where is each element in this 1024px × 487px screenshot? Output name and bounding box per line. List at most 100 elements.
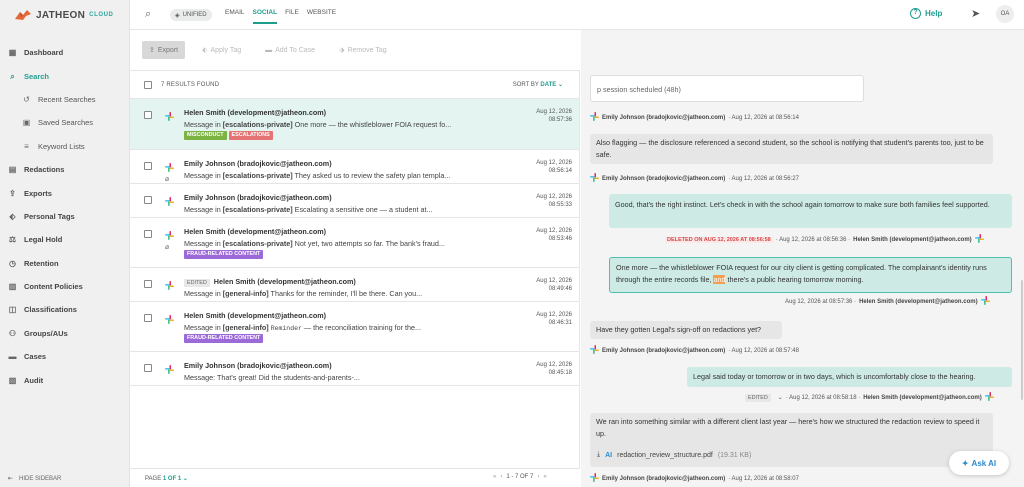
sidebar-item-groups-aus[interactable]: ⚇ Groups/AUs [0, 322, 130, 345]
chevron-down-icon: ⌄ [182, 476, 188, 482]
avatar[interactable]: OA [996, 5, 1014, 23]
prev-page-icon[interactable]: ‹ [500, 474, 502, 480]
meta-time: · Aug 12, 2026 at 08:58:18 · [785, 394, 861, 401]
history-icon: ↺ [23, 94, 30, 104]
row-title: EDITED Helen Smith (development@jatheon.c… [184, 277, 356, 287]
row-sender: Helen Smith (development@jatheon.com) [184, 108, 326, 117]
last-page-icon[interactable]: » [543, 474, 546, 480]
row-channel: [general-info] [222, 289, 269, 298]
export-label: Export [157, 46, 179, 54]
table-row[interactable]: Helen Smith (development@jatheon.com) Mes… [130, 302, 579, 352]
export-button[interactable]: ⇪ Export [142, 41, 186, 59]
meta-author: Helen Smith (development@jatheon.com) [859, 298, 978, 305]
table-row[interactable]: ⌀ Helen Smith (development@jatheon.com) Me… [130, 218, 579, 268]
hide-sidebar-button[interactable]: ⇤ HIDE SIDEBAR [8, 475, 61, 483]
sidebar-item-content-policies[interactable]: ▥ Content Policies [0, 275, 130, 298]
table-row[interactable]: EDITED Helen Smith (development@jatheon.c… [130, 268, 579, 302]
help-button[interactable]: ? Help [910, 8, 942, 19]
meta-author: Emily Johnson (bradojkovic@jatheon.com) [602, 475, 726, 482]
next-page-icon[interactable]: › [537, 474, 539, 480]
message-meta: Aug 12, 2026 at 08:57:36 · Helen Smith (d… [785, 296, 990, 307]
row-checkbox[interactable] [144, 280, 152, 288]
sidebar-item-cases[interactable]: ▬ Cases [0, 345, 130, 368]
row-sender: Helen Smith (development@jatheon.com) [184, 311, 326, 320]
sidebar-item-label: Dashboard [24, 48, 64, 58]
sidebar-item-audit[interactable]: ▧ Audit [0, 368, 130, 391]
row-checkbox[interactable] [144, 230, 152, 238]
sidebar-item-exports[interactable]: ⇪ Exports [0, 181, 130, 204]
sidebar-item-personal-tags[interactable]: ⬖ Personal Tags [0, 205, 130, 228]
row-sender: Helen Smith (development@jatheon.com) [184, 227, 326, 236]
tag-badge[interactable]: FRAUD-RELATED CONTENT [184, 334, 264, 343]
sidebar-item-saved-searches[interactable]: ▣ Saved Searches [0, 111, 130, 134]
row-message-text: Escalating a sensitive one — a student a… [292, 205, 433, 214]
unified-toggle[interactable]: ◈ UNIFIED [170, 9, 212, 21]
page-selector[interactable]: PAGE 1 OF 1 ⌄ [145, 475, 188, 482]
table-row[interactable]: Emily Johnson (bradojkovic@jatheon.com) M… [130, 184, 579, 218]
dashboard-icon: ▦ [8, 48, 17, 58]
logo[interactable]: JATHEON CLOUD [14, 6, 114, 24]
tag-badge[interactable]: FRAUD-RELATED CONTENT [184, 250, 264, 259]
save-icon: ▣ [22, 118, 31, 128]
tab-website[interactable]: WEBSITE [307, 9, 336, 24]
slack-icon [165, 315, 174, 324]
table-row[interactable]: ⌀ Emily Johnson (bradojkovic@jatheon.com)… [130, 150, 579, 184]
row-checkbox[interactable] [144, 196, 152, 204]
send-icon[interactable]: ➤ [971, 7, 980, 20]
ask-ai-button[interactable]: ✦ Ask AI [949, 451, 1009, 475]
first-page-icon[interactable]: « [493, 474, 496, 480]
row-sender: Emily Johnson (bradojkovic@jatheon.com) [184, 361, 332, 370]
select-all-checkbox[interactable] [144, 80, 152, 89]
row-date-day: Aug 12, 2026 [536, 278, 572, 284]
apply-tag-button[interactable]: ⬖ Apply Tag [195, 41, 248, 59]
row-checkbox[interactable] [144, 162, 152, 170]
row-date-time: 08:46:31 [548, 320, 572, 326]
table-row[interactable]: Helen Smith (development@jatheon.com) Mes… [130, 99, 579, 150]
help-icon: ? [910, 8, 921, 19]
row-date: Aug 12, 2026 08:56:14 [536, 159, 572, 175]
sidebar-item-keyword-lists[interactable]: ≡ Keyword Lists [0, 135, 130, 158]
sidebar-item-retention[interactable]: ◷ Retention [0, 252, 130, 275]
download-icon[interactable]: ⤓ [597, 451, 600, 459]
attachment-name[interactable]: redaction_review_structure.pdf [617, 452, 713, 459]
sidebar-item-dashboard[interactable]: ▦ Dashboard [0, 41, 130, 64]
remove-tag-button[interactable]: ⬗ Remove Tag [332, 41, 394, 59]
tag-badge[interactable]: ESCALATIONS [228, 131, 273, 140]
gavel-icon: ⚖ [8, 235, 17, 245]
sidebar-item-classifications[interactable]: ◫ Classifications [0, 298, 130, 321]
policy-icon: ▥ [8, 282, 17, 292]
row-checkbox[interactable] [144, 364, 152, 372]
row-title: Emily Johnson (bradojkovic@jatheon.com) [184, 193, 332, 202]
ai-icon[interactable]: AI [605, 452, 612, 459]
tag-badge[interactable]: MISCONDUCT [184, 131, 227, 140]
sidebar-item-search[interactable]: ⌕ Search [0, 64, 130, 87]
sidebar-item-legal-hold[interactable]: ⚖ Legal Hold [0, 228, 130, 251]
attachment[interactable]: ⤓ AI redaction_review_structure.pdf (19.31 … [597, 451, 751, 459]
classification-icon: ◫ [8, 305, 17, 315]
chevron-down-icon[interactable]: ⌄ [778, 394, 783, 401]
row-message: Message in [general-info] Thanks for the… [184, 289, 484, 298]
tab-email[interactable]: EMAIL [225, 9, 245, 24]
add-to-case-button[interactable]: ▬ Add To Case [258, 41, 322, 59]
message-text: Also flagging — the disclosure reference… [596, 138, 984, 159]
sidebar-item-recent-searches[interactable]: ↺ Recent Searches [0, 88, 130, 111]
tab-social[interactable]: SOCIAL [252, 9, 278, 24]
sort-label: SORT BY [512, 82, 539, 88]
slack-icon [590, 112, 599, 123]
message-text: Good, that's the right instinct. Let's c… [615, 200, 990, 209]
sidebar-item-label: Saved Searches [38, 118, 94, 128]
row-checkbox[interactable] [144, 111, 152, 119]
sidebar-item-redactions[interactable]: ▤ Redactions [0, 158, 130, 181]
sort-dropdown[interactable]: SORT BY DATE ⌄ [513, 81, 563, 88]
scrollbar[interactable] [1021, 280, 1023, 400]
row-date: Aug 12, 2026 08:55:33 [536, 193, 572, 209]
row-message-prefix: Message in [184, 205, 223, 214]
tab-file[interactable]: FILE [285, 9, 299, 24]
row-checkbox[interactable] [144, 314, 152, 322]
table-row[interactable]: Emily Johnson (bradojkovic@jatheon.com) M… [130, 352, 579, 386]
slack-icon [165, 281, 174, 290]
message-meta: Emily Johnson (bradojkovic@jatheon.com) ·… [590, 473, 799, 484]
message-thread: p session scheduled (48h) Emily Johnson … [581, 30, 1024, 487]
row-message: Message in [escalations-private] Escalat… [184, 205, 484, 214]
search-icon[interactable]: ⌕ [145, 8, 151, 21]
